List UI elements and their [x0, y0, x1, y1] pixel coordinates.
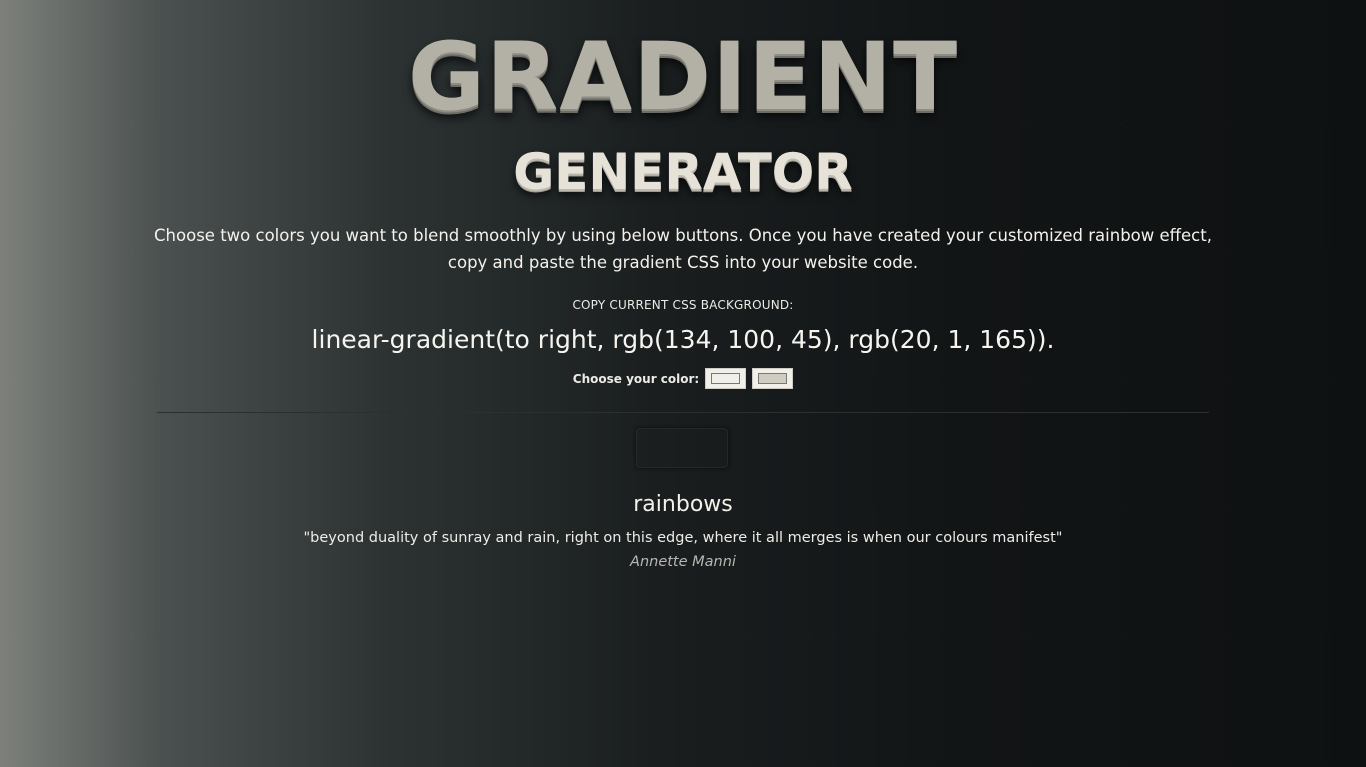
- color-picker-label: Choose your color:: [572, 371, 700, 386]
- color-picker-row: Choose your color:: [0, 368, 1366, 389]
- divider: [157, 412, 1209, 413]
- description-text: Choose two colors you want to blend smoo…: [154, 226, 1212, 272]
- quote-author: Annette Manni: [630, 554, 736, 570]
- copy-css-label: COPY CURRENT CSS BACKGROUND:: [572, 298, 794, 312]
- css-gradient-output[interactable]: linear-gradient(to right, rgb(134, 100, …: [0, 322, 1366, 358]
- quote-text: "beyond duality of sunray and rain, righ…: [303, 530, 1063, 546]
- color-picker-1[interactable]: [705, 368, 747, 389]
- action-button[interactable]: [636, 428, 728, 468]
- color-swatch-2: [758, 373, 788, 384]
- quote-heading: rainbows: [633, 492, 733, 517]
- color-picker-2[interactable]: [752, 368, 794, 389]
- color-swatch-1: [711, 373, 741, 384]
- page-title: GRADIENT: [407, 23, 959, 132]
- page-subtitle: GENERATOR: [513, 143, 853, 201]
